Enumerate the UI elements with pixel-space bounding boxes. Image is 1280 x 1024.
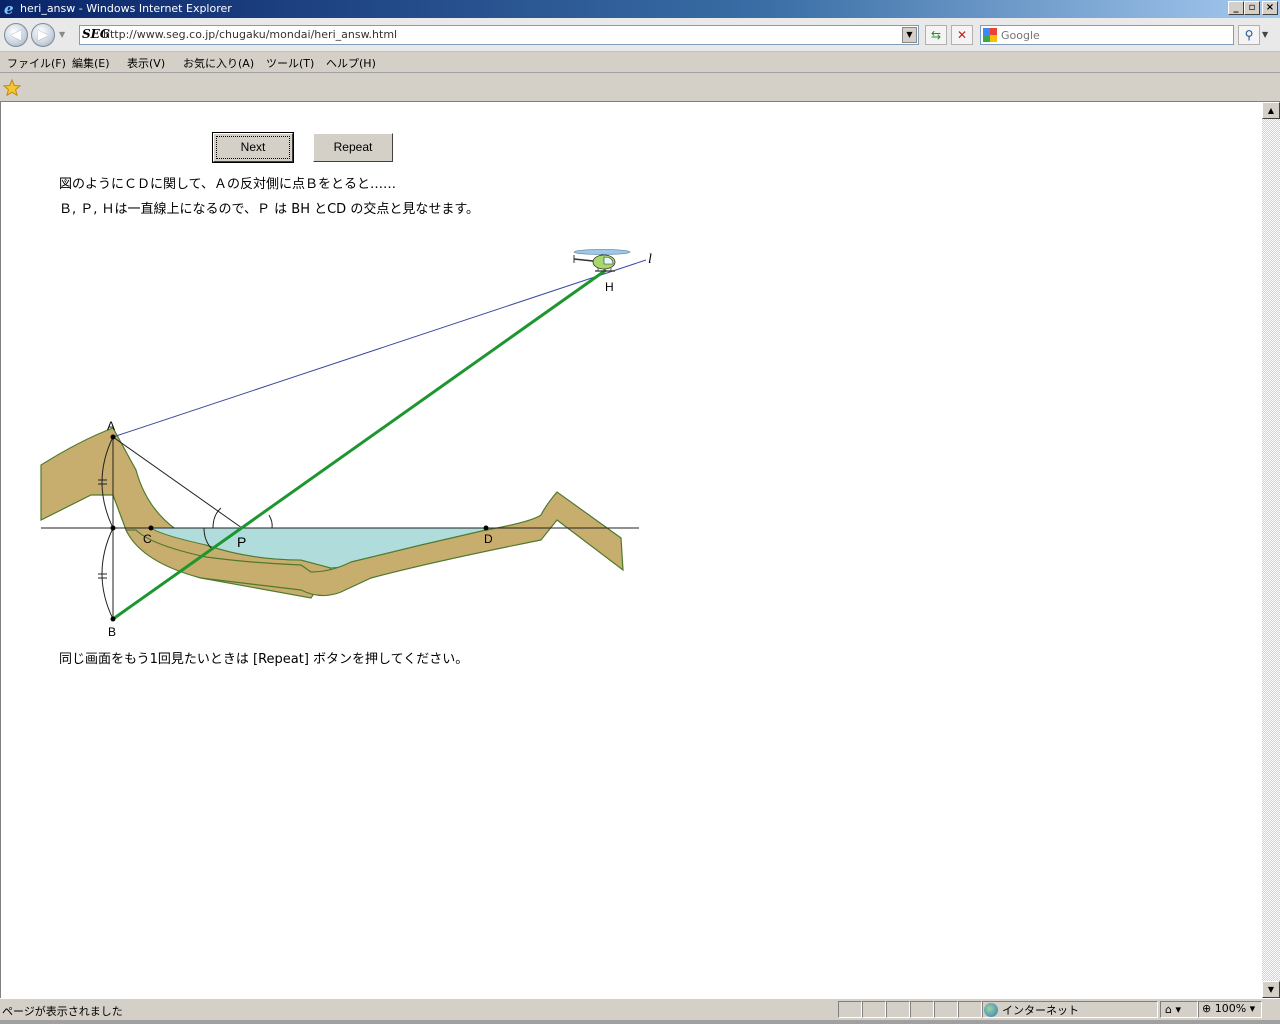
point-foot — [110, 525, 116, 531]
status-pane-3 — [886, 1001, 910, 1018]
stop-icon: ✕ — [956, 28, 968, 42]
status-pane-6 — [958, 1001, 982, 1018]
home-zone-icon: ⌂ ▾ — [1165, 1003, 1182, 1016]
title-bar: e heri_answ - Windows Internet Explorer … — [0, 0, 1280, 18]
window-bottom-edge — [0, 1020, 1280, 1024]
label-h: H — [605, 280, 614, 294]
zone-label: インターネット — [1002, 1004, 1079, 1017]
scroll-down-button[interactable]: ▼ — [1262, 981, 1280, 998]
zoom-magnifier-icon: ⊕ — [1202, 1002, 1215, 1015]
recent-pages-dropdown[interactable]: ▼ — [59, 30, 69, 40]
search-button[interactable]: ⚲ — [1238, 25, 1260, 45]
minimize-button[interactable]: _ — [1228, 1, 1244, 15]
vertical-scrollbar[interactable]: ▲ ▼ — [1262, 102, 1280, 998]
footer-instruction: 同じ画面をもう1回見たいときは [Repeat] ボタンを押してください。 — [59, 652, 469, 667]
forward-button[interactable]: ▶ — [31, 23, 55, 47]
status-pane-2 — [862, 1001, 886, 1018]
menu-bar: ファイル(F) 編集(E) 表示(V) お気に入り(A) ツール(T) ヘルプ(… — [0, 52, 1280, 73]
refresh-button[interactable]: ⇆ — [925, 25, 947, 45]
search-input[interactable] — [1001, 27, 1229, 43]
label-b: B — [108, 625, 116, 639]
point-c — [148, 525, 154, 531]
svg-text:e: e — [4, 1, 14, 16]
menu-file[interactable]: ファイル(F) — [7, 55, 66, 71]
menu-view[interactable]: 表示(V) — [127, 55, 165, 71]
back-button[interactable]: ◀ — [4, 23, 28, 47]
explanation-line-1: 図のようにＣＤに関して、Ａの反対側に点Ｂをとると…… — [59, 177, 396, 192]
label-a: A — [107, 419, 115, 433]
status-pane-1 — [838, 1001, 862, 1018]
repeat-button[interactable]: Repeat — [313, 133, 393, 162]
maximize-button[interactable]: ▫ — [1244, 1, 1260, 15]
status-pane-5 — [934, 1001, 958, 1018]
angle-arc-left — [212, 507, 222, 529]
point-a — [110, 434, 116, 440]
globe-icon — [984, 1003, 998, 1017]
menu-tools[interactable]: ツール(T) — [266, 55, 314, 71]
label-c: C — [143, 532, 152, 546]
status-bar: ページが表示されました インターネット ⌂ ▾ ⊕ 100% ▾ — [0, 998, 1280, 1020]
close-window-button[interactable]: × — [1262, 1, 1278, 15]
scroll-up-button[interactable]: ▲ — [1262, 102, 1280, 119]
search-options-dropdown[interactable]: ▼ — [1262, 30, 1268, 39]
menu-help[interactable]: ヘルプ(H) — [326, 55, 376, 71]
next-button[interactable]: Next — [213, 133, 293, 162]
point-d — [483, 525, 489, 531]
security-zone[interactable]: インターネット — [984, 1002, 1079, 1018]
page-content: Next Repeat 図のようにＣＤに関して、Ａの反対側に点Ｂをとると…… Ｂ… — [0, 102, 1262, 998]
magnifier-icon: ⚲ — [1244, 28, 1254, 42]
stop-button[interactable]: ✕ — [951, 25, 973, 45]
address-toolbar: ◀ ▶ ▼ SEG http://www.seg.co.jp/chugaku/m… — [0, 18, 1280, 52]
status-message: ページが表示されました — [2, 1005, 123, 1018]
back-arrow-icon: ◀ — [10, 27, 22, 43]
address-field[interactable]: SEG http://www.seg.co.jp/chugaku/mondai/… — [79, 25, 919, 45]
menu-edit[interactable]: 編集(E) — [72, 55, 110, 71]
zoom-value: 100% — [1214, 1002, 1247, 1015]
zoom-level[interactable]: ⊕ 100% ▾ — [1202, 1002, 1255, 1015]
favorites-star-icon[interactable] — [3, 79, 21, 97]
label-d: D — [484, 532, 493, 546]
refresh-icon: ⇆ — [930, 28, 942, 42]
river-helicopter-diagram: A B C D P H l — [40, 249, 652, 639]
status-pane-4 — [910, 1001, 934, 1018]
line-l — [112, 259, 647, 438]
google-icon — [983, 28, 997, 42]
menu-favorites[interactable]: お気に入り(A) — [183, 55, 254, 71]
window-title: heri_answ - Windows Internet Explorer — [20, 2, 232, 15]
label-l: l — [648, 252, 652, 267]
favorites-bar — [0, 74, 1280, 102]
internet-explorer-icon: e — [4, 1, 14, 16]
angle-arc-right — [268, 514, 273, 529]
address-dropdown-button[interactable]: ▼ — [902, 27, 917, 43]
search-box[interactable] — [980, 25, 1234, 45]
forward-arrow-icon: ▶ — [37, 27, 49, 43]
explanation-line-2: Ｂ, Ｐ, Ｈは一直線上になるので、Ｐ は BH とCD の交点と見なせます。 — [59, 202, 480, 217]
protected-mode-pane[interactable]: ⌂ ▾ — [1160, 1001, 1198, 1018]
address-url-text[interactable]: http://www.seg.co.jp/chugaku/mondai/heri… — [103, 28, 397, 41]
point-b — [110, 616, 116, 622]
label-p: P — [237, 534, 246, 550]
